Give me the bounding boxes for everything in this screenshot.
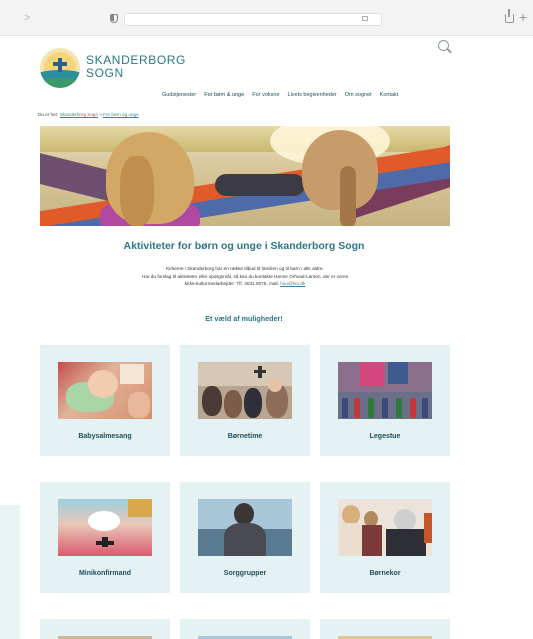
forward-arrow-icon[interactable]: > xyxy=(24,12,30,24)
card-label: Sorggrupper xyxy=(223,570,267,577)
brand-line-2: SOGN xyxy=(86,66,124,80)
shield-icon[interactable] xyxy=(110,14,118,23)
sorggrupper-image xyxy=(198,499,292,556)
web-page: SKANDERBORG SOGN Gudstjenester For børn … xyxy=(20,36,468,639)
activity-card-legestue[interactable]: Legestue xyxy=(320,345,450,456)
search-icon[interactable] xyxy=(438,40,449,51)
contact-email-link[interactable]: hao@km.dk xyxy=(280,281,305,286)
nav-item-livets-begivenheder[interactable]: Livets begivenheder xyxy=(288,92,337,98)
intro-text: Kirkerne i Skanderborg har en række tilb… xyxy=(80,265,410,288)
breadcrumb-separator: » xyxy=(99,112,102,117)
activity-card-boernetime[interactable]: Børnetime xyxy=(180,345,310,456)
section-subtitle: Et væld af muligheder! xyxy=(205,314,283,323)
lock-icon xyxy=(362,16,368,21)
nav-item-boern-unge[interactable]: For børn & unge xyxy=(204,92,244,98)
browser-toolbar: > + xyxy=(0,0,533,36)
boernetime-image xyxy=(198,362,292,419)
share-icon[interactable] xyxy=(505,9,514,23)
legestue-image xyxy=(338,362,432,419)
breadcrumb-current[interactable]: For børn og unge xyxy=(103,112,139,117)
nav-item-om-sognet[interactable]: Om sognet xyxy=(345,92,372,98)
breadcrumb-prefix: Du er her: xyxy=(38,112,59,117)
nav-item-kontakt[interactable]: Kontakt xyxy=(380,92,399,98)
minikonfirmand-image xyxy=(58,499,152,556)
card-label: Babysalmesang xyxy=(78,433,132,440)
activity-card-babysalmesang[interactable]: Babysalmesang xyxy=(40,345,170,456)
activity-card-sorggrupper[interactable]: Sorggrupper xyxy=(180,482,310,593)
nav-item-gudstjenester[interactable]: Gudstjenester xyxy=(162,92,196,98)
address-bar[interactable] xyxy=(124,13,382,26)
nav-item-voksne[interactable]: For voksne xyxy=(252,92,279,98)
site-brand[interactable]: SKANDERBORG SOGN xyxy=(86,54,186,80)
babysalmesang-image xyxy=(58,362,152,419)
activity-card-partial[interactable] xyxy=(320,619,450,639)
page-title: Aktiviteter for børn og unge i Skanderbo… xyxy=(123,240,365,252)
card-label: Minikonfirmand xyxy=(78,570,132,577)
boernekor-image xyxy=(338,499,432,556)
activity-card-partial[interactable] xyxy=(180,619,310,639)
breadcrumb: Du er her: Skanderborg Sogn » For børn o… xyxy=(38,112,139,117)
new-tab-icon[interactable]: + xyxy=(519,9,527,25)
card-label: Børnekor xyxy=(369,570,401,577)
intro-line-2: Har du forslag til aktiviteter eller spø… xyxy=(141,273,349,279)
card-label: Børnetime xyxy=(227,433,263,440)
intro-line-3: kirke-kulturmedarbejder: Tlf. 3031 5075,… xyxy=(80,280,410,288)
logo-icon[interactable] xyxy=(40,48,80,88)
main-navigation: Gudstjenester For børn & unge For voksne… xyxy=(162,92,406,98)
intro-line-1: Kirkerne i Skanderborg har en række tilb… xyxy=(166,266,324,271)
hero-image xyxy=(40,126,450,226)
activity-card-minikonfirmand[interactable]: Minikonfirmand xyxy=(40,482,170,593)
page-backdrop-tint xyxy=(0,505,20,639)
card-label: Legestue xyxy=(369,433,401,440)
activity-card-boernekor[interactable]: Børnekor xyxy=(320,482,450,593)
activity-card-partial[interactable] xyxy=(40,619,170,639)
breadcrumb-home-link[interactable]: Skanderborg Sogn xyxy=(60,112,98,117)
intro-line-3-text: kirke-kulturmedarbejder: Tlf. 3031 5075,… xyxy=(184,281,279,287)
